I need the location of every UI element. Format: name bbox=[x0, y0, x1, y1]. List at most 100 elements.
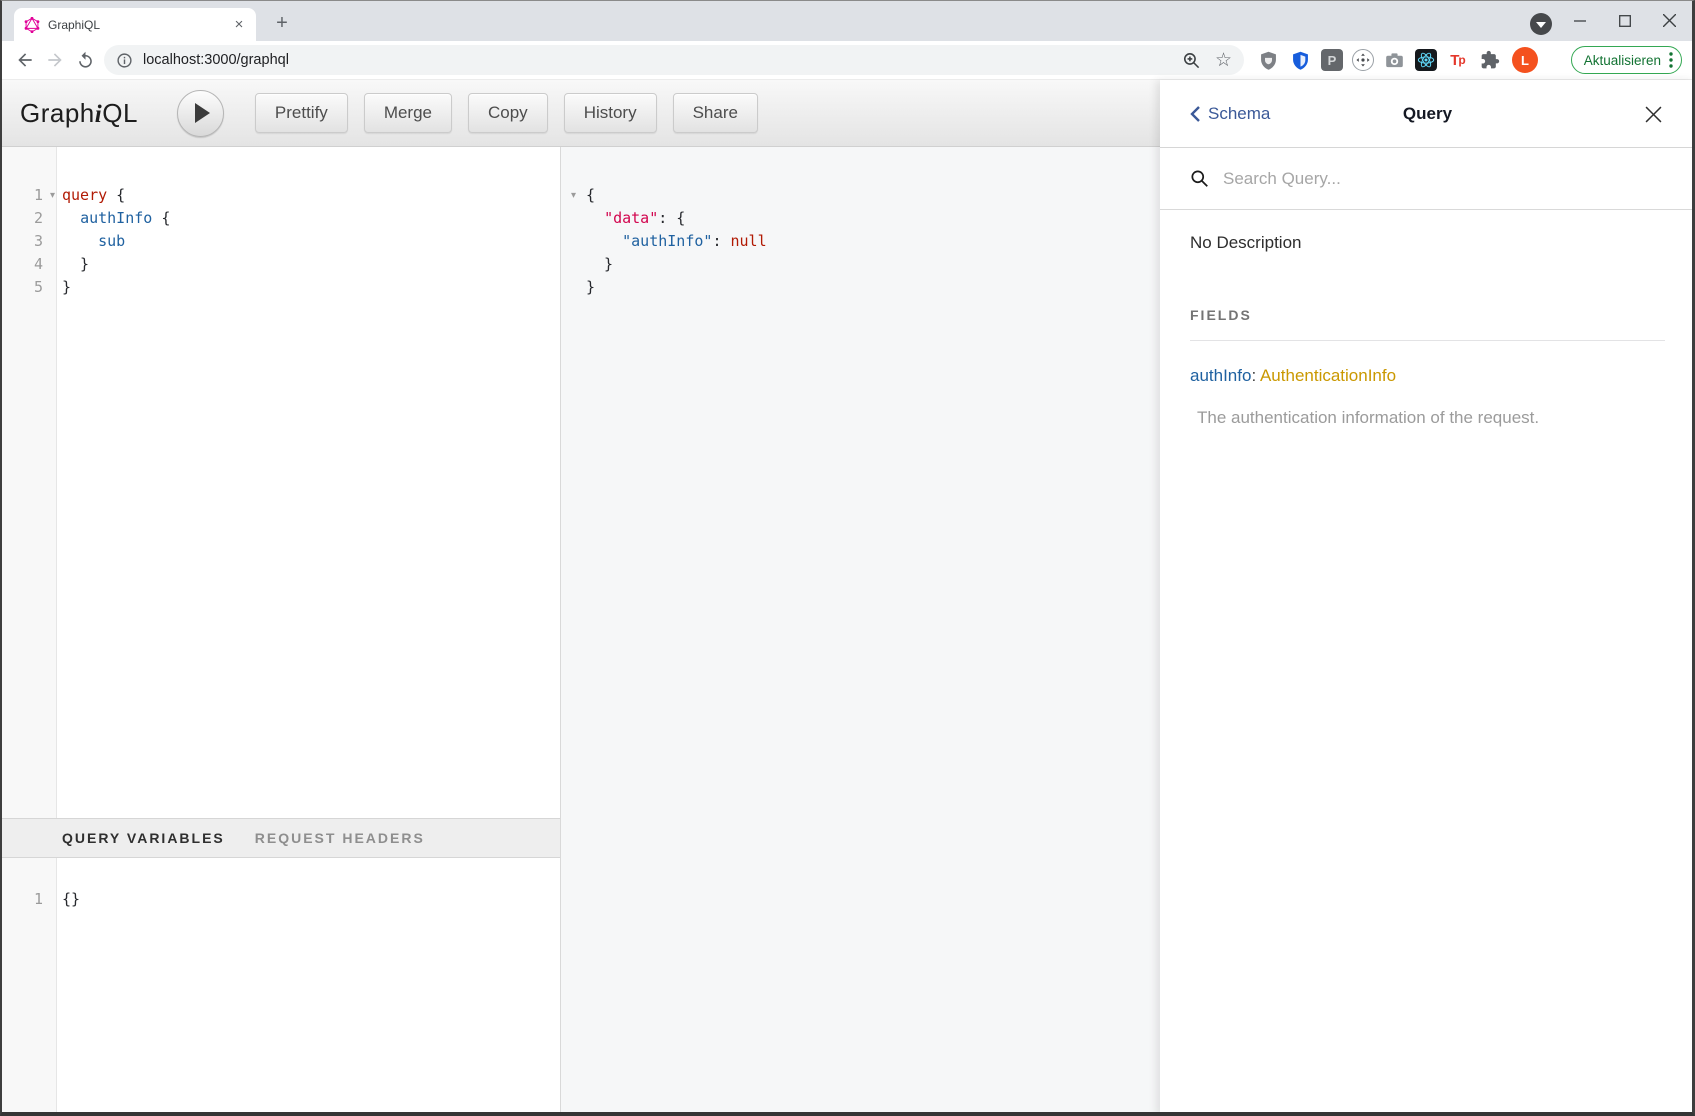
line-number: 2 bbox=[0, 207, 43, 230]
extension-icons: P Tp bbox=[1257, 49, 1501, 72]
browser-window: GraphiQL × + bbox=[0, 0, 1695, 1116]
code-text: } bbox=[586, 276, 595, 299]
graphiql-logo: GraphiQL bbox=[20, 98, 138, 129]
chevron-left-icon bbox=[1190, 105, 1201, 123]
puzzle-extensions-icon[interactable] bbox=[1478, 49, 1501, 72]
merge-button[interactable]: Merge bbox=[364, 93, 452, 133]
page-info-icon[interactable] bbox=[116, 52, 133, 69]
tab-title: GraphiQL bbox=[48, 18, 230, 32]
search-icon bbox=[1190, 169, 1209, 188]
fold-gutter bbox=[43, 230, 62, 253]
result-pane: ▾{ "data": { "authInfo": null }} bbox=[560, 147, 1160, 1116]
new-tab-button[interactable]: + bbox=[268, 10, 296, 38]
fields-heading: FIELDS bbox=[1190, 307, 1665, 341]
fold-gutter bbox=[43, 207, 62, 230]
back-button[interactable] bbox=[10, 45, 40, 75]
fold-gutter bbox=[561, 207, 586, 230]
result-viewer-lines: ▾{ "data": { "authInfo": null }} bbox=[561, 147, 1160, 299]
blue-shield-password-icon[interactable] bbox=[1289, 49, 1312, 72]
doc-content: No Description FIELDS authInfo: Authenti… bbox=[1160, 233, 1695, 428]
fold-gutter bbox=[561, 276, 586, 299]
line-number: 1 bbox=[0, 888, 43, 911]
code-text: { bbox=[586, 184, 595, 207]
tab-search-button[interactable] bbox=[1530, 13, 1552, 35]
query-pane: 1▾query {2 authInfo {3 sub4 }5} QUERY VA… bbox=[0, 147, 560, 1116]
fold-gutter bbox=[43, 253, 62, 276]
gray-shield-adblock-icon[interactable] bbox=[1257, 49, 1280, 72]
code-text: authInfo { bbox=[62, 207, 170, 230]
update-button[interactable]: Aktualisieren bbox=[1571, 46, 1682, 74]
code-text: } bbox=[586, 253, 613, 276]
graphiql-topbar: GraphiQL Prettify Merge Copy History Sha… bbox=[0, 80, 1160, 147]
fold-gutter bbox=[561, 230, 586, 253]
tp-red-icon[interactable]: Tp bbox=[1446, 49, 1469, 72]
code-text: "authInfo": null bbox=[586, 230, 767, 253]
zoom-icon[interactable] bbox=[1182, 51, 1201, 70]
share-button[interactable]: Share bbox=[673, 93, 758, 133]
code-line: 1▾query { bbox=[0, 184, 560, 207]
maximize-button[interactable] bbox=[1602, 0, 1647, 41]
query-editor[interactable]: 1▾query {2 authInfo {3 sub4 }5} bbox=[0, 147, 560, 818]
browser-tab[interactable]: GraphiQL × bbox=[14, 8, 256, 41]
code-line: "authInfo": null bbox=[561, 230, 1160, 253]
move-crosshair-icon[interactable] bbox=[1352, 49, 1374, 71]
query-editor-lines[interactable]: 1▾query {2 authInfo {3 sub4 }5} bbox=[0, 147, 560, 299]
close-button[interactable] bbox=[1647, 0, 1692, 41]
tab-request-headers[interactable]: REQUEST HEADERS bbox=[255, 830, 425, 846]
react-devtools-icon[interactable] bbox=[1415, 49, 1437, 71]
tab-close-icon[interactable]: × bbox=[230, 16, 248, 34]
doc-back-link[interactable]: Schema bbox=[1190, 104, 1270, 124]
browser-titlebar: GraphiQL × + bbox=[0, 0, 1695, 41]
window-controls bbox=[1557, 0, 1692, 41]
doc-explorer-header: Query Schema bbox=[1160, 80, 1695, 148]
graphiql-app: GraphiQL Prettify Merge Copy History Sha… bbox=[0, 80, 1695, 1116]
doc-close-button[interactable] bbox=[1641, 102, 1665, 126]
fold-gutter bbox=[43, 888, 62, 911]
field-description: The authentication information of the re… bbox=[1197, 408, 1665, 428]
variables-editor-lines[interactable]: 1{} bbox=[0, 858, 560, 911]
code-line: 2 authInfo { bbox=[0, 207, 560, 230]
code-line: } bbox=[561, 276, 1160, 299]
field-row: authInfo: AuthenticationInfo bbox=[1190, 366, 1665, 386]
code-line: "data": { bbox=[561, 207, 1160, 230]
doc-back-label: Schema bbox=[1208, 104, 1270, 124]
line-number: 1 bbox=[0, 184, 43, 207]
prettify-button[interactable]: Prettify bbox=[255, 93, 348, 133]
field-name-link[interactable]: authInfo bbox=[1190, 366, 1251, 385]
execute-query-button[interactable] bbox=[177, 90, 224, 137]
code-text: query { bbox=[62, 184, 125, 207]
fold-arrow-icon[interactable]: ▾ bbox=[561, 184, 586, 207]
tab-query-variables[interactable]: QUERY VARIABLES bbox=[62, 830, 225, 846]
code-line: 1{} bbox=[0, 888, 560, 911]
browser-toolbar: localhost:3000/graphql ☆ P bbox=[0, 41, 1695, 80]
address-bar-actions: ☆ bbox=[1182, 51, 1232, 70]
bookmark-star-icon[interactable]: ☆ bbox=[1215, 51, 1232, 70]
doc-search-input[interactable] bbox=[1221, 168, 1641, 190]
camera-icon[interactable] bbox=[1383, 49, 1406, 72]
line-number: 3 bbox=[0, 230, 43, 253]
code-text: sub bbox=[62, 230, 125, 253]
code-line: 4 } bbox=[0, 253, 560, 276]
variables-editor[interactable]: 1{} bbox=[0, 858, 560, 1116]
copy-button[interactable]: Copy bbox=[468, 93, 548, 133]
minimize-button[interactable] bbox=[1557, 0, 1602, 41]
line-number: 5 bbox=[0, 276, 43, 299]
field-type-link[interactable]: AuthenticationInfo bbox=[1260, 366, 1396, 385]
profile-avatar[interactable]: L bbox=[1512, 47, 1538, 73]
address-bar[interactable]: localhost:3000/graphql ☆ bbox=[104, 45, 1244, 75]
forward-button[interactable] bbox=[40, 45, 70, 75]
update-label: Aktualisieren bbox=[1584, 53, 1661, 68]
fold-arrow-icon[interactable]: ▾ bbox=[43, 184, 62, 207]
play-icon bbox=[195, 103, 210, 123]
history-button[interactable]: History bbox=[564, 93, 657, 133]
line-number: 4 bbox=[0, 253, 43, 276]
reload-button[interactable] bbox=[70, 45, 100, 75]
p-badge-icon[interactable]: P bbox=[1321, 49, 1343, 71]
type-description: No Description bbox=[1190, 233, 1665, 253]
fold-gutter bbox=[43, 276, 62, 299]
code-text: } bbox=[62, 253, 89, 276]
kebab-menu-icon[interactable] bbox=[1669, 52, 1673, 68]
code-line: 5} bbox=[0, 276, 560, 299]
url-text[interactable]: localhost:3000/graphql bbox=[143, 52, 289, 68]
graphql-favicon-icon bbox=[24, 17, 40, 33]
